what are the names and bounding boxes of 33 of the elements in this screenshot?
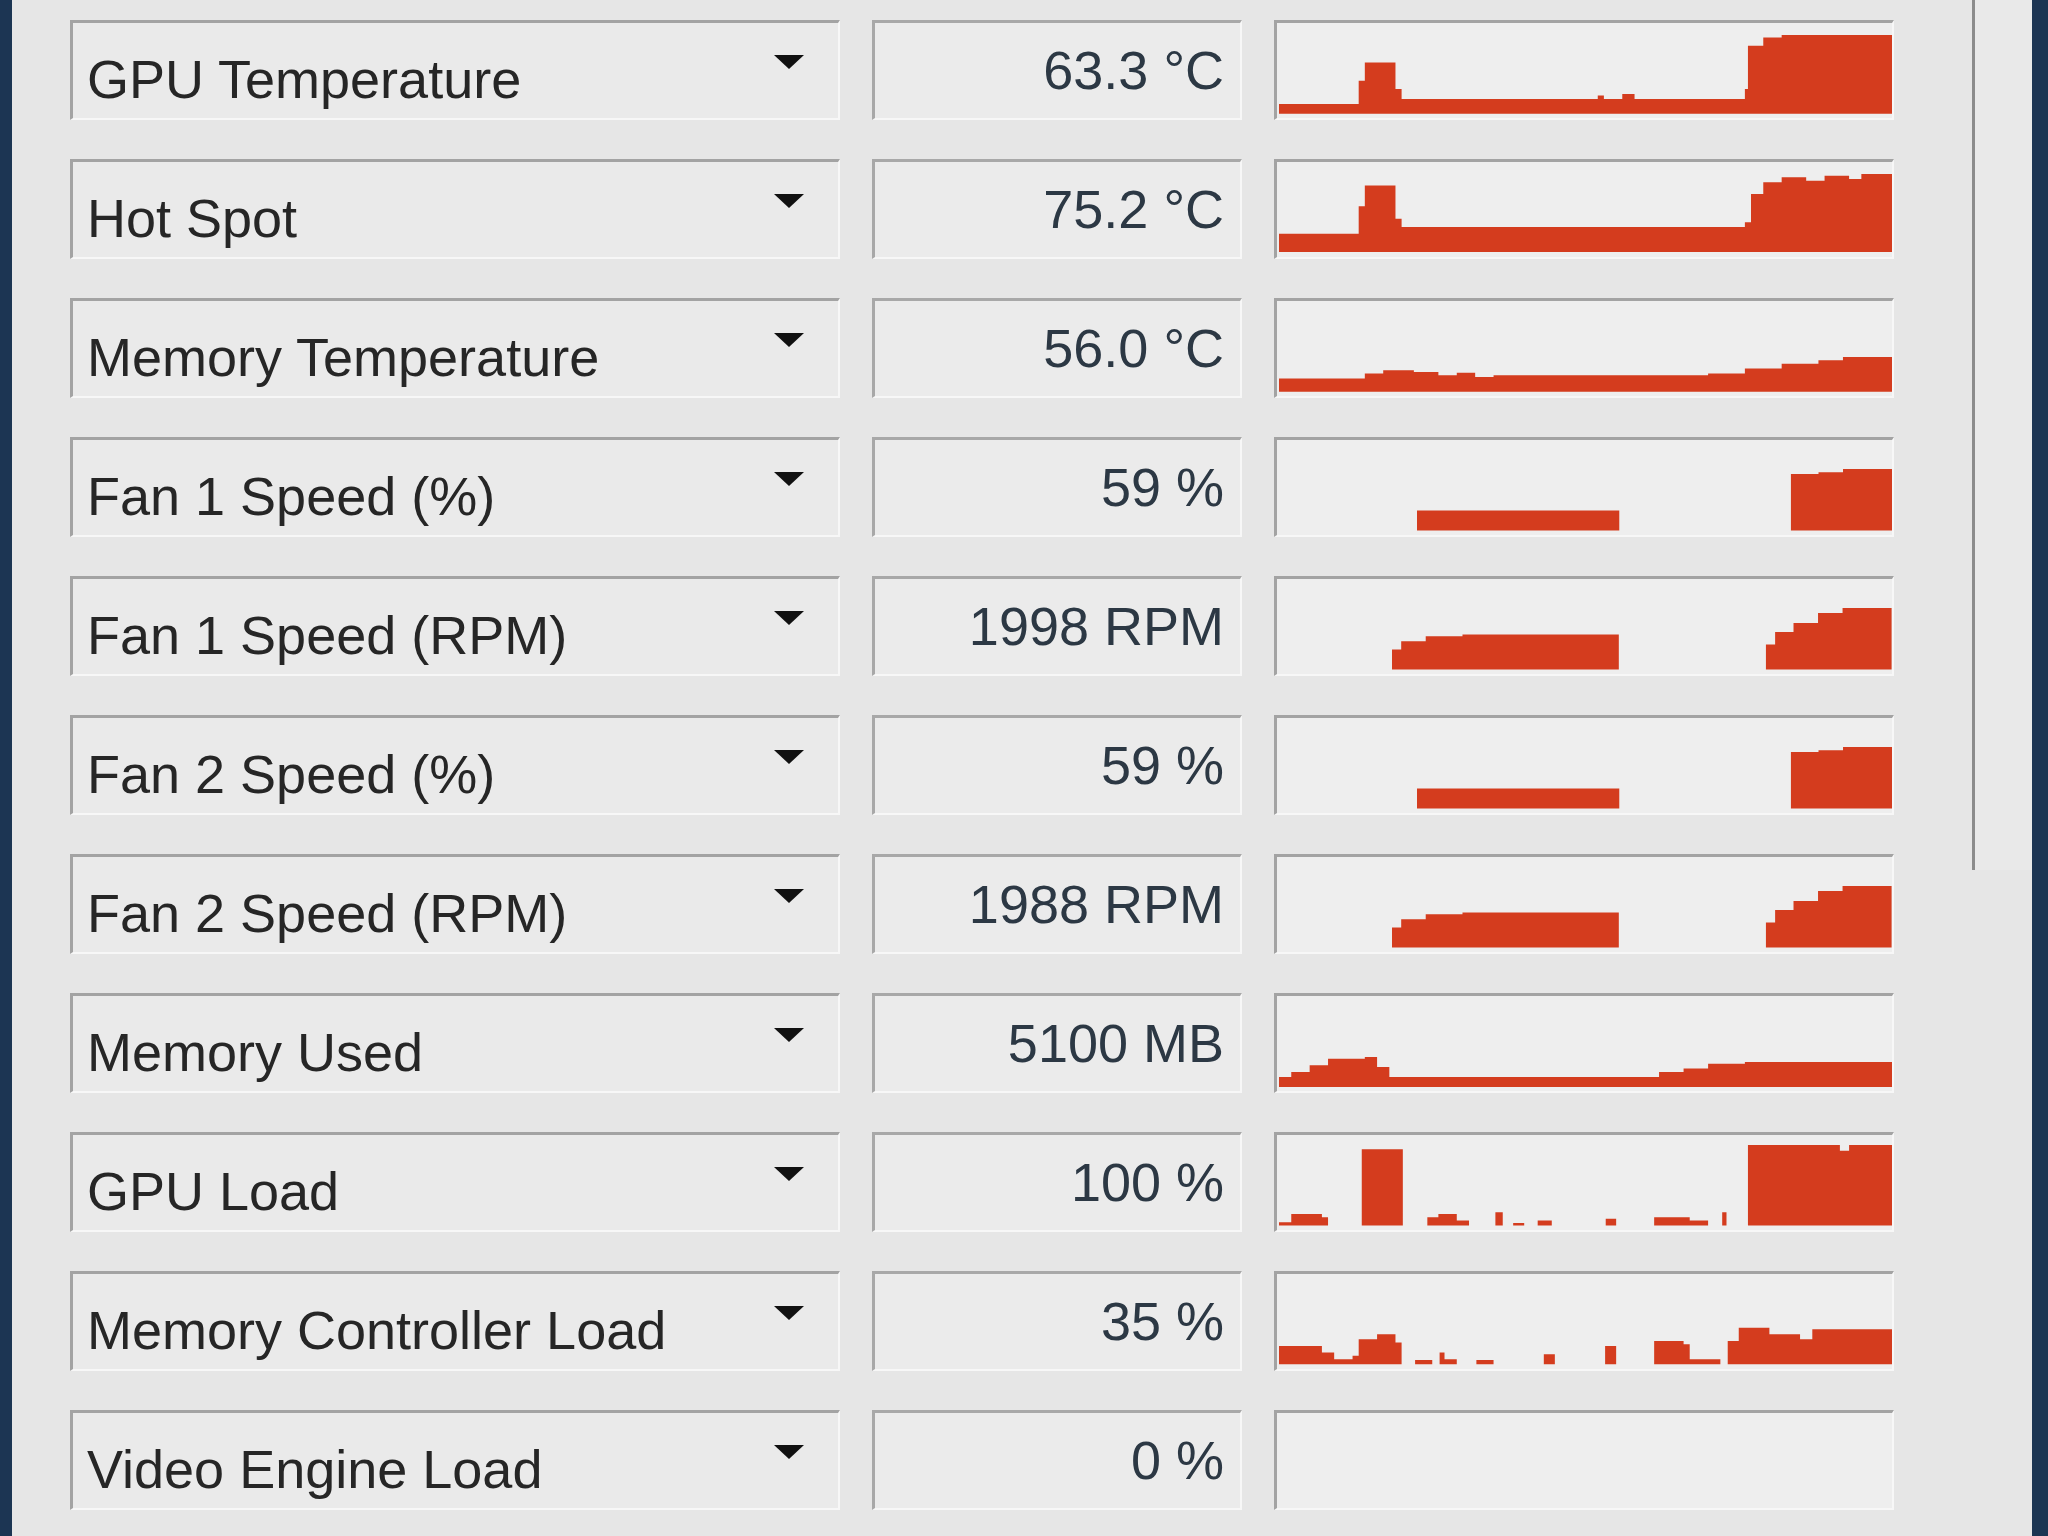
sensor-dropdown[interactable]: Fan 2 Speed (%) (70, 714, 840, 815)
sensor-reading: 0 % (872, 1409, 1242, 1510)
sensor-reading: 35 % (872, 1270, 1242, 1371)
sensor-reading: 100 % (872, 1131, 1242, 1232)
sensor-dropdown[interactable]: Hot Spot (70, 158, 840, 259)
caret-down-icon (774, 889, 804, 903)
caret-down-icon (774, 611, 804, 625)
caret-down-icon (774, 1306, 804, 1320)
caret-down-icon (774, 55, 804, 69)
sensor-reading: 1988 RPM (872, 853, 1242, 954)
sensor-reading: 59 % (872, 714, 1242, 815)
caret-down-icon (774, 472, 804, 486)
sensor-dropdown[interactable]: Fan 2 Speed (RPM) (70, 853, 840, 954)
caret-down-icon (774, 1167, 804, 1181)
sensor-reading: 75.2 °C (872, 158, 1242, 259)
sensor-dropdown[interactable]: Memory Used (70, 992, 840, 1093)
caret-down-icon (774, 1028, 804, 1042)
sensor-dropdown[interactable]: Video Engine Load (70, 1409, 840, 1510)
caret-down-icon (774, 750, 804, 764)
caret-down-icon (774, 333, 804, 347)
sensor-dropdown[interactable]: GPU Load (70, 1131, 840, 1232)
sensor-dropdown[interactable]: GPU Temperature (70, 19, 840, 120)
sensor-dropdown[interactable]: Fan 1 Speed (RPM) (70, 575, 840, 676)
sensor-reading: 59 % (872, 436, 1242, 537)
sensor-reading: 56.0 °C (872, 297, 1242, 398)
sensor-dropdown[interactable]: Memory Temperature (70, 297, 840, 398)
sensor-reading: 63.3 °C (872, 19, 1242, 120)
caret-down-icon (774, 194, 804, 208)
caret-down-icon (774, 1445, 804, 1459)
sensor-reading: 1998 RPM (872, 575, 1242, 676)
sensor-dropdown[interactable]: Memory Controller Load (70, 1270, 840, 1371)
sensor-reading: 5100 MB (872, 992, 1242, 1093)
sensor-dropdown[interactable]: Fan 1 Speed (%) (70, 436, 840, 537)
